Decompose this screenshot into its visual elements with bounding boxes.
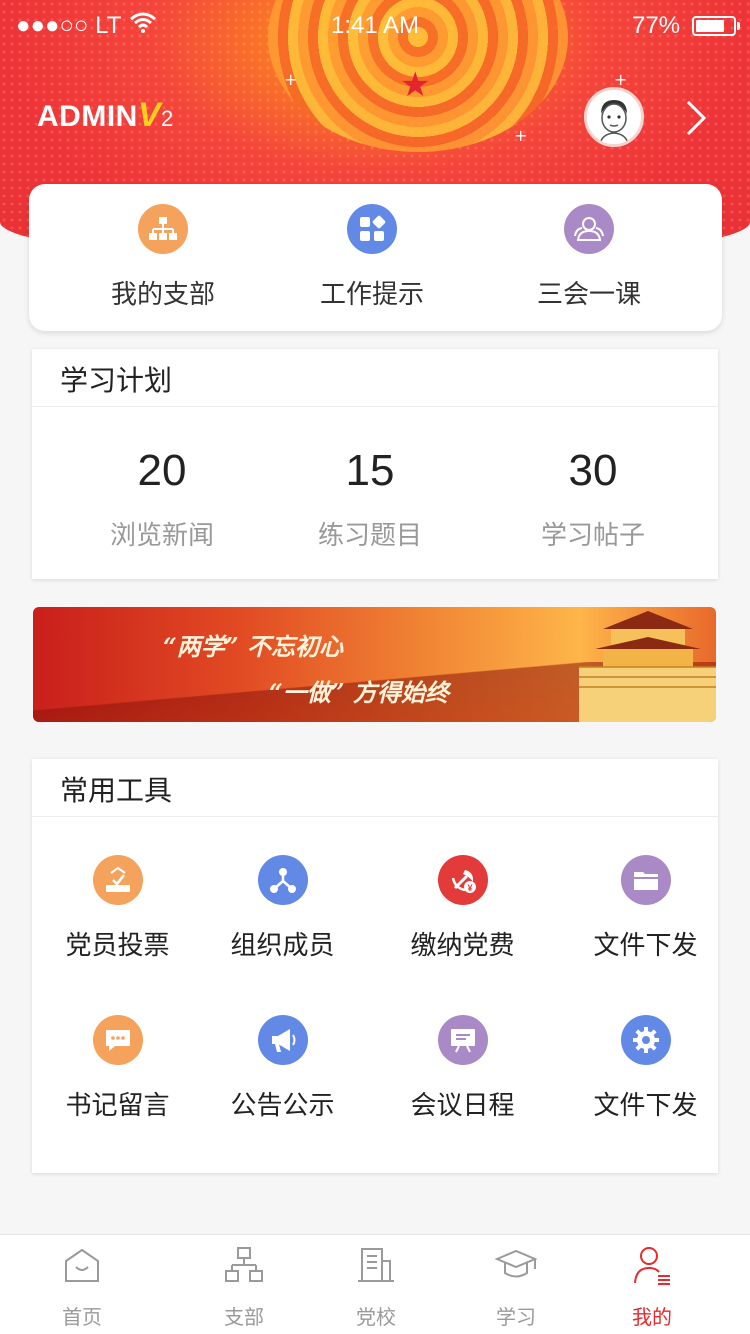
meeting-people-icon [564,204,614,254]
stat-news-viewed[interactable]: 20 浏览新闻 [47,445,277,552]
app-logo: ADMINV2 [37,96,174,135]
logo-text: ADMIN [37,100,138,133]
quick-action-work-tips[interactable]: 工作提示 [272,204,472,311]
avatar-face-icon [587,90,641,144]
tab-party-school[interactable]: 党校 [316,1243,436,1330]
tool-label: 文件下发 [593,1091,698,1121]
status-bar: ●●●○○ LT 1:41 AM 77% [0,0,750,52]
promo-banner[interactable]: “两学” 不忘初心 “一做” 方得始终 [33,607,716,722]
common-tools-title: 常用工具 [32,759,718,817]
tool-org-members[interactable]: 组织成员 [197,855,368,962]
stat-practice-questions[interactable]: 15 练习题目 [255,445,485,552]
star-icon: ★ [400,65,431,105]
quick-action-three-meetings[interactable]: 三会一课 [489,204,689,311]
stat-label: 学习帖子 [540,521,645,551]
tab-mine[interactable]: 我的 [592,1243,712,1330]
battery-icon [692,16,740,36]
quick-action-label: 我的支部 [110,280,215,310]
tab-label: 首页 [62,1305,102,1329]
tool-label: 文件下发 [593,931,698,961]
stat-value: 30 [568,446,618,495]
bottom-tab-bar: 首页 支部 党校 学习 我的 [0,1234,750,1334]
vote-icon [92,855,143,905]
apps-grid-icon [347,204,397,254]
study-plan-card: 学习计划 20 浏览新闻 15 练习题目 30 学习帖子 [32,349,718,579]
stat-value: 15 [345,446,395,495]
tool-secretary-message[interactable]: 书记留言 [32,1015,203,1122]
logo-v: V [137,96,162,134]
tab-label: 支部 [224,1305,264,1329]
tab-study[interactable]: 学习 [456,1243,576,1330]
folder-icon [620,855,671,905]
tab-label: 我的 [632,1305,672,1329]
tool-label: 书记留言 [65,1091,170,1121]
share-nodes-icon [257,855,308,905]
study-plan-title: 学习计划 [32,349,718,407]
quick-action-label: 三会一课 [536,280,641,310]
logo-version: 2 [161,106,174,131]
stat-label: 练习题目 [317,521,422,551]
building-icon [358,1248,394,1282]
quick-action-my-branch[interactable]: 我的支部 [63,204,263,311]
battery-percent: 77% [632,12,681,39]
avatar[interactable] [584,87,644,147]
tab-label: 学习 [496,1305,536,1329]
stat-study-posts[interactable]: 30 学习帖子 [478,445,708,552]
svg-text:¥: ¥ [467,883,472,893]
banner-slogan-line1: “两学” 不忘初心 [163,632,343,661]
tool-file-distribution-2[interactable]: 文件下发 [560,1015,731,1122]
chevron-right-icon[interactable] [680,98,712,138]
profile-icon [634,1247,670,1285]
tool-label: 组织成员 [230,931,335,961]
tool-member-vote[interactable]: 党员投票 [32,855,203,962]
tab-label: 党校 [356,1305,396,1329]
tool-label: 公告公示 [230,1091,335,1121]
tool-meeting-schedule[interactable]: 会议日程 [377,1015,548,1122]
presentation-icon [437,1015,488,1065]
banner-slogan-line2: “一做” 方得始终 [269,678,449,707]
stat-label: 浏览新闻 [109,521,214,551]
tool-public-notice[interactable]: 公告公示 [197,1015,368,1122]
megaphone-icon [257,1015,308,1065]
org-chart-icon [138,204,188,254]
stat-value: 20 [137,446,187,495]
gear-icon [620,1015,671,1065]
branch-icon [225,1247,263,1282]
home-icon [65,1248,99,1282]
tool-pay-party-dues[interactable]: ¥ 缴纳党费 [377,855,548,962]
quick-action-label: 工作提示 [319,280,424,310]
tool-label: 党员投票 [65,931,170,961]
party-emblem-icon: ¥ [437,855,488,905]
tool-file-distribution[interactable]: 文件下发 [560,855,731,962]
sparkle-icon: + [284,70,298,89]
quick-actions-card: 我的支部 工作提示 三会一课 [29,184,722,331]
tool-label: 缴纳党费 [410,931,515,961]
sparkle-icon: + [514,126,528,145]
sparkle-icon: + [614,70,628,89]
graduation-cap-icon [494,1249,538,1278]
common-tools-card: 常用工具 党员投票 组织成员 ¥ 缴纳党费 文件下发 书记留言 公告公示 会议日… [32,759,718,1173]
tool-label: 会议日程 [410,1091,515,1121]
tab-home[interactable]: 首页 [22,1243,142,1330]
tab-branch[interactable]: 支部 [184,1243,304,1330]
temple-building-icon [579,611,716,722]
chat-bubble-icon [92,1015,143,1065]
